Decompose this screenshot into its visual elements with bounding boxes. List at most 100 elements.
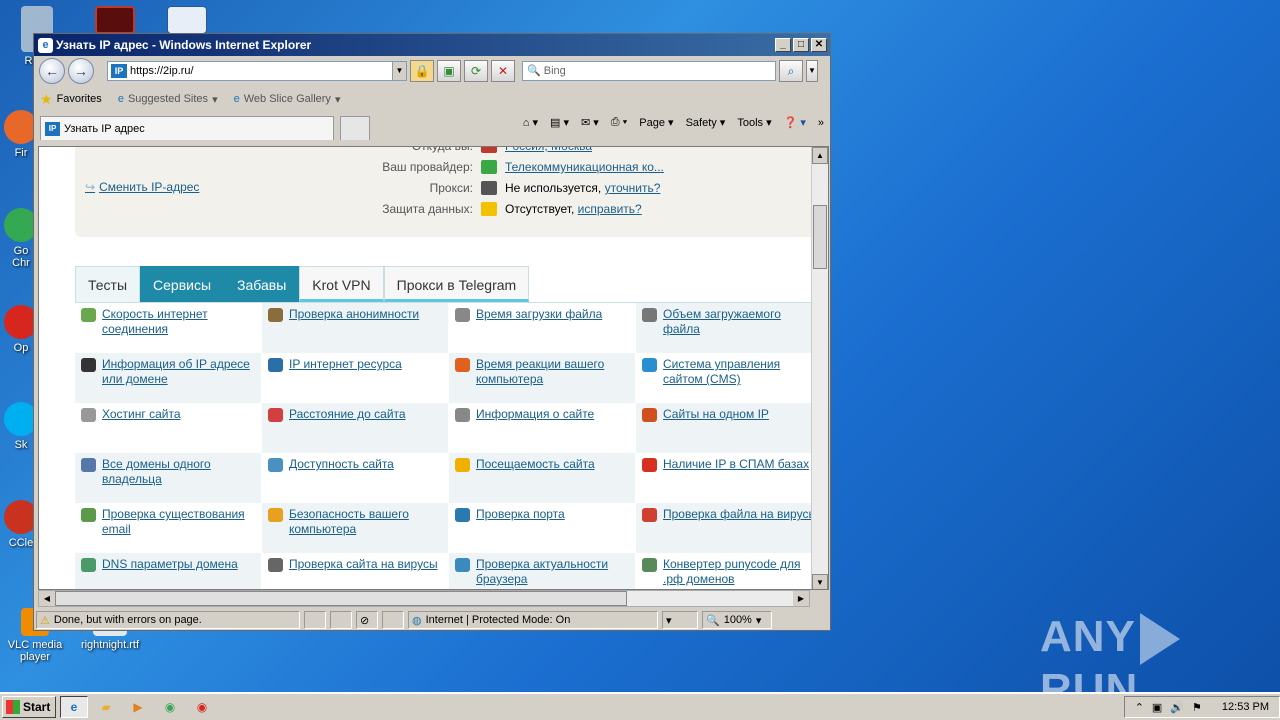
- service-link[interactable]: Доступность сайта: [289, 457, 394, 472]
- word-doc-icon: [167, 6, 207, 34]
- network-icon[interactable]: ▣: [1152, 701, 1162, 714]
- service-link[interactable]: Проверка сайта на вирусы: [289, 557, 438, 572]
- safety-menu[interactable]: Safety ▾: [686, 116, 726, 129]
- chevron-right-icon[interactable]: »: [818, 117, 824, 129]
- print-icon[interactable]: ⎙ ▾: [611, 116, 627, 129]
- protected-mode-menu[interactable]: ▾: [662, 611, 698, 629]
- address-bar[interactable]: IP https://2ip.ru/ ▼: [107, 61, 407, 81]
- service-link[interactable]: Сайты на одном IP: [663, 407, 769, 422]
- volume-icon[interactable]: 🔊: [1170, 701, 1184, 714]
- scroll-down-button[interactable]: ▼: [812, 574, 828, 589]
- minimize-button[interactable]: _: [775, 38, 791, 52]
- service-link[interactable]: Проверка существования email: [102, 507, 257, 537]
- service-link[interactable]: Время реакции вашего компьютера: [476, 357, 631, 387]
- service-link[interactable]: Проверка порта: [476, 507, 565, 522]
- horizontal-scrollbar[interactable]: ◀ ▶: [38, 590, 810, 607]
- service-link[interactable]: Посещаемость сайта: [476, 457, 595, 472]
- forward-button[interactable]: →: [68, 58, 94, 84]
- page-menu[interactable]: Page ▾: [639, 116, 673, 129]
- service-link[interactable]: Время загрузки файла: [476, 307, 602, 322]
- info-value[interactable]: Россия, Москва: [505, 147, 592, 153]
- service-link[interactable]: Информация о сайте: [476, 407, 594, 422]
- start-button[interactable]: Start: [2, 696, 56, 718]
- service-tab[interactable]: Забавы: [224, 266, 300, 302]
- service-tab[interactable]: Krot VPN: [299, 266, 384, 302]
- action-center-icon[interactable]: ⚑: [1192, 701, 1202, 714]
- search-input[interactable]: 🔍 Bing: [522, 61, 776, 81]
- taskbar-media-button[interactable]: ▶: [124, 696, 152, 718]
- web-slice-link[interactable]: e Web Slice Gallery ▾: [234, 93, 341, 106]
- compatibility-button[interactable]: ▣: [437, 60, 461, 82]
- service-row: Проверка существования email Безопасность…: [75, 503, 823, 553]
- clock[interactable]: 12:53 PM: [1222, 701, 1269, 713]
- info-action-link[interactable]: исправить?: [578, 202, 642, 216]
- service-link[interactable]: Хостинг сайта: [102, 407, 181, 422]
- taskbar-ie-button[interactable]: e: [60, 696, 88, 718]
- service-tab[interactable]: Прокси в Telegram: [383, 266, 530, 302]
- back-button[interactable]: ←: [39, 58, 65, 84]
- security-zone[interactable]: ◍ Internet | Protected Mode: On: [408, 611, 658, 629]
- search-go-button[interactable]: ⌕: [779, 60, 803, 82]
- status-text-section[interactable]: ⚠ Done, but with errors on page.: [36, 611, 300, 629]
- show-hidden-icons[interactable]: ⌃: [1135, 701, 1144, 714]
- service-link[interactable]: Проверка анонимности: [289, 307, 419, 322]
- taskbar-opera-button[interactable]: ◉: [188, 696, 216, 718]
- new-tab-button[interactable]: [340, 116, 370, 140]
- service-link[interactable]: Все домены одного владельца: [102, 457, 257, 487]
- service-tab[interactable]: Сервисы: [140, 266, 225, 302]
- feeds-icon[interactable]: ▤ ▾: [550, 116, 569, 129]
- service-item: DNS параметры домена: [75, 553, 262, 589]
- suggested-sites-link[interactable]: e Suggested Sites ▾: [118, 93, 218, 106]
- vertical-scrollbar[interactable]: ▲ ▼: [811, 147, 828, 589]
- chevron-down-icon[interactable]: ▼: [392, 62, 406, 80]
- stop-button[interactable]: ✕: [491, 60, 515, 82]
- scroll-thumb[interactable]: [813, 205, 827, 269]
- maximize-button[interactable]: □: [793, 38, 809, 52]
- help-icon[interactable]: ❓ ▾: [784, 116, 806, 129]
- tools-menu[interactable]: Tools ▾: [737, 116, 771, 129]
- service-row: Информация об IP адресе или домене IP инт…: [75, 353, 823, 403]
- zoom-level: 100%: [723, 614, 752, 626]
- scroll-left-button[interactable]: ◀: [39, 591, 55, 606]
- ip-info-icon: [81, 358, 96, 372]
- scroll-up-button[interactable]: ▲: [812, 147, 828, 164]
- title-bar[interactable]: e Узнать IP адрес - Windows Internet Exp…: [34, 34, 830, 56]
- window-title: Узнать IP адрес - Windows Internet Explo…: [56, 38, 312, 52]
- service-link[interactable]: Система управления сайтом (CMS): [663, 357, 818, 387]
- service-item: Проверка файла на вирусы: [636, 503, 823, 553]
- taskbar-chrome-button[interactable]: ◉: [156, 696, 184, 718]
- favorites-button[interactable]: ★ Favorites: [40, 91, 102, 108]
- zoom-control[interactable]: 🔍 100% ▾: [702, 611, 772, 629]
- service-link[interactable]: Безопасность вашего компьютера: [289, 507, 444, 537]
- horizontal-scroll-thumb[interactable]: [55, 591, 627, 606]
- lock-button[interactable]: 🔒: [410, 60, 434, 82]
- mail-icon[interactable]: ✉ ▾: [581, 116, 599, 129]
- close-button[interactable]: ✕: [811, 38, 827, 52]
- service-link[interactable]: Скорость интернет соединения: [102, 307, 257, 337]
- taskbar-explorer-button[interactable]: ▰: [92, 696, 120, 718]
- service-link[interactable]: Проверка актуальности браузера: [476, 557, 631, 587]
- info-action-link[interactable]: уточнить?: [605, 181, 661, 195]
- play-icon: [1139, 613, 1180, 666]
- service-item: Время реакции вашего компьютера: [449, 353, 636, 403]
- service-link[interactable]: Конвертер punycode для .рф доменов: [663, 557, 818, 587]
- service-link[interactable]: Информация об IP адресе или домене: [102, 357, 257, 387]
- change-ip-link[interactable]: ↪ Сменить IP-адрес: [85, 180, 199, 194]
- popup-blocker-icon[interactable]: ⊘: [356, 611, 378, 629]
- info-value[interactable]: Телекоммуникационная ко...: [505, 160, 664, 174]
- service-tab[interactable]: Тесты: [75, 266, 141, 302]
- service-link[interactable]: Проверка файла на вирусы: [663, 507, 817, 522]
- service-link[interactable]: DNS параметры домена: [102, 557, 238, 572]
- status-text: Done, but with errors on page.: [53, 614, 202, 626]
- service-link[interactable]: Наличие IP в СПАМ базах: [663, 457, 809, 472]
- search-options-button[interactable]: ▼: [806, 60, 818, 82]
- media-player-icon: ▶: [133, 700, 143, 714]
- home-icon[interactable]: ⌂ ▾: [523, 116, 538, 129]
- scroll-right-button[interactable]: ▶: [793, 591, 809, 606]
- service-link[interactable]: Объем загружаемого файла: [663, 307, 818, 337]
- service-link[interactable]: IP интернет ресурса: [289, 357, 402, 372]
- refresh-button[interactable]: ⟳: [464, 60, 488, 82]
- service-link[interactable]: Расстояние до сайта: [289, 407, 406, 422]
- favorites-bar: ★ Favorites e Suggested Sites ▾ e Web Slice…: [34, 86, 830, 112]
- browser-tab[interactable]: IP Узнать IP адрес: [40, 116, 334, 140]
